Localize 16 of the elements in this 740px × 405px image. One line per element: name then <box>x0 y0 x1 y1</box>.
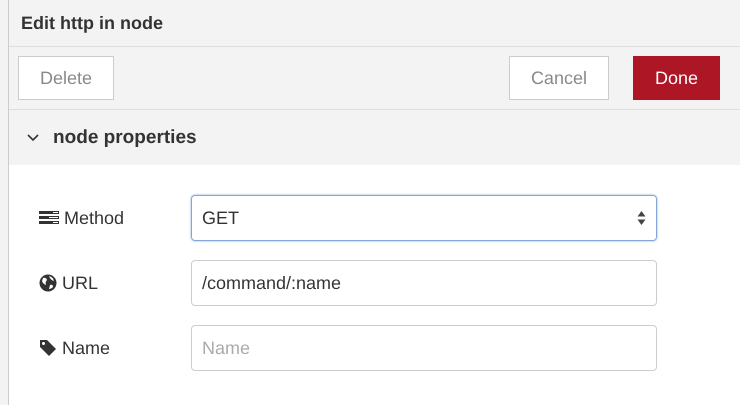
method-select[interactable]: GET <box>191 195 657 241</box>
text-field[interactable]: /command/:name <box>191 260 657 306</box>
toolbar-button[interactable]: Delete <box>18 56 114 100</box>
field-label: URL <box>62 272 98 294</box>
text-field[interactable]: Name <box>191 325 657 371</box>
dialog-title: Edit http in node <box>21 12 163 34</box>
section-header[interactable]: node properties <box>9 110 740 165</box>
sort-arrows-icon <box>637 210 646 226</box>
list-icon <box>39 211 59 225</box>
globe-icon <box>39 274 57 292</box>
field-label: Name <box>62 338 110 358</box>
field-label: Method <box>64 208 124 228</box>
done-button[interactable]: Done <box>632 56 720 100</box>
toolbar-button[interactable]: Cancel <box>508 56 609 100</box>
section-title: node properties <box>53 126 197 148</box>
tag-icon <box>39 339 57 357</box>
